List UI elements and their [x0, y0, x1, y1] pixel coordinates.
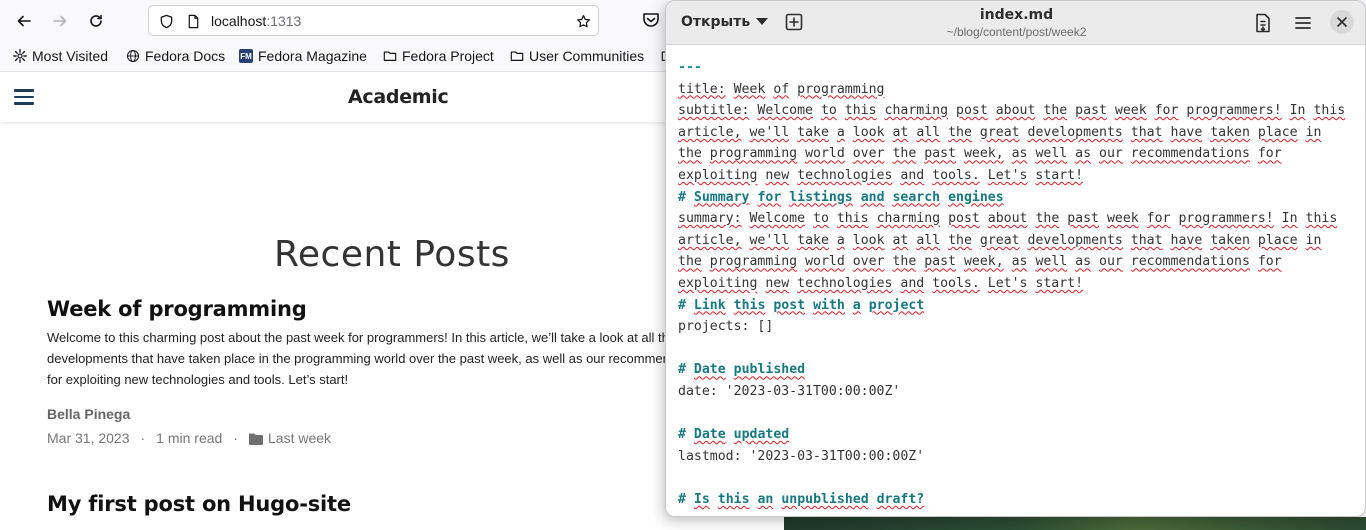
url-text[interactable]: localhost:1313 — [211, 13, 301, 29]
site-title[interactable]: Academic — [348, 86, 449, 108]
post-read-time: 1 min read — [156, 430, 223, 446]
editor-comment-line: # Is this an unpublished draft? — [678, 492, 925, 507]
editor-headerbar: Открыть index.md ~/blog/content/post/wee… — [666, 1, 1365, 45]
folder-icon — [249, 432, 263, 445]
post-title[interactable]: My first post on Hugo-site — [47, 492, 351, 516]
save-button[interactable] — [1252, 12, 1274, 34]
save-document-icon — [1256, 13, 1270, 33]
bookmark-star-icon[interactable] — [574, 12, 592, 30]
section-title: Recent Posts — [274, 234, 510, 275]
editor-line: projects: [] — [678, 319, 774, 335]
editor-line: subtitle: Welcome to this charming post … — [678, 103, 1346, 119]
bookmark-label: Fedora Magazine — [258, 48, 367, 64]
desktop-wallpaper — [784, 517, 1366, 530]
editor-line: summary: Welcome to this charming post a… — [678, 211, 1338, 227]
hamburger-menu-icon — [1295, 17, 1311, 29]
post-summary-line: Welcome to this charming post about the … — [47, 330, 669, 345]
editor-comment-line: # Summary for listings and search engine… — [678, 189, 1004, 205]
post-meta: Mar 31, 2023 · 1 min read · Last week — [47, 430, 331, 446]
folder-icon — [509, 48, 525, 64]
editor-line: lastmod: '2023-03-31T00:00:00Z' — [678, 448, 925, 464]
editor-comment-line: # Link this post with a project — [678, 297, 925, 313]
editor-line: article, we'll take a look at all the gr… — [678, 124, 1322, 140]
hamburger-menu-icon[interactable] — [14, 86, 34, 108]
url-host: localhost — [211, 13, 267, 29]
close-icon — [1337, 17, 1347, 27]
bookmark-fedora-docs[interactable]: Fedora Docs — [125, 46, 225, 66]
text-editor-window: Открыть index.md ~/blog/content/post/wee… — [665, 0, 1366, 517]
reload-button[interactable] — [83, 8, 109, 34]
editor-line: title: Week of programming — [678, 81, 885, 97]
editor-text-area[interactable]: --- title: Week of programming subtitle: W… — [666, 45, 1365, 516]
folder-icon — [382, 48, 398, 64]
editor-comment-line: # Date updated — [678, 427, 790, 443]
pocket-icon[interactable] — [641, 10, 661, 30]
arrow-left-icon — [17, 15, 31, 27]
shield-icon[interactable] — [157, 12, 175, 30]
post-author[interactable]: Bella Pinega — [47, 406, 130, 422]
main-menu-button[interactable] — [1292, 12, 1314, 34]
back-button[interactable] — [11, 8, 37, 34]
url-port: :1313 — [266, 13, 302, 29]
editor-line: exploiting new technologies and tools. L… — [678, 168, 1084, 183]
editor-line: exploiting new technologies and tools. L… — [678, 276, 1084, 291]
bookmark-fedora-magazine[interactable]: FM Fedora Magazine — [238, 46, 367, 66]
bookmark-most-visited[interactable]: Most Visited — [12, 46, 108, 66]
fedora-magazine-icon: FM — [238, 48, 254, 64]
meta-separator: · — [233, 430, 238, 446]
post-date: Mar 31, 2023 — [47, 430, 130, 446]
globe-icon — [125, 48, 141, 64]
bookmark-folder-user-communities[interactable]: User Communities — [509, 46, 644, 66]
url-bar[interactable]: localhost:1313 — [148, 5, 599, 36]
meta-separator: · — [140, 430, 146, 446]
reload-icon — [90, 14, 102, 27]
post-summary-line: developments that have taken place in th… — [47, 351, 670, 366]
post-category-link[interactable]: Last week — [268, 430, 331, 446]
bookmark-label: Fedora Docs — [145, 48, 226, 64]
bookmark-label: Most Visited — [32, 48, 108, 64]
editor-comment-line: # Date published — [678, 362, 806, 378]
gear-icon — [12, 48, 28, 64]
editor-line: date: '2023-03-31T00:00:00Z' — [678, 384, 901, 399]
post-summary-line: for exploiting new technologies and tool… — [47, 372, 349, 387]
forward-button[interactable] — [47, 8, 73, 34]
editor-line: the programming world over the past week… — [678, 254, 1282, 270]
post-title[interactable]: Week of programming — [47, 297, 307, 321]
bookmark-label: Fedora Project — [402, 48, 494, 64]
page-icon[interactable] — [184, 12, 202, 30]
close-window-button[interactable] — [1330, 10, 1354, 34]
editor-line: article, we'll take a look at all the gr… — [678, 232, 1322, 248]
editor-line: the programming world over the past week… — [678, 146, 1282, 162]
arrow-right-icon — [53, 15, 67, 27]
editor-line: --- — [678, 60, 702, 75]
bookmark-folder-fedora-project[interactable]: Fedora Project — [382, 46, 494, 66]
bookmark-label: User Communities — [529, 48, 645, 64]
